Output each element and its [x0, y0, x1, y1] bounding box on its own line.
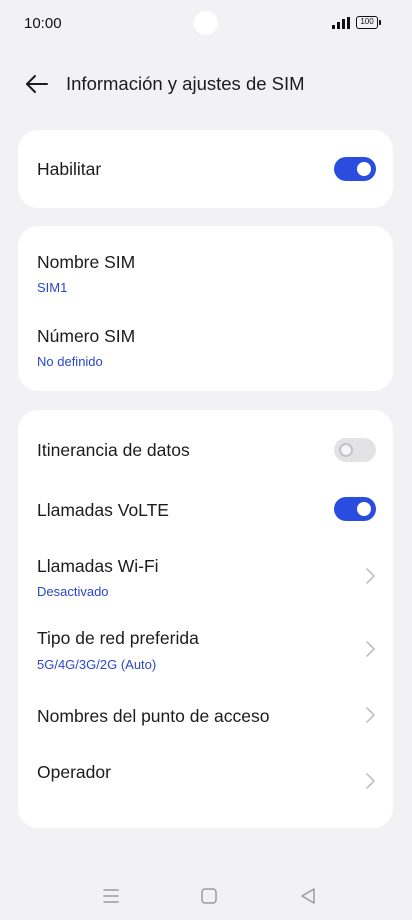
- camera-cutout: [194, 11, 218, 35]
- network-type-value: 5G/4G/3G/2G (Auto): [37, 657, 157, 672]
- volte-label: Llamadas VoLTE: [37, 500, 169, 520]
- network-type-row[interactable]: Tipo de red preferida 5G/4G/3G/2G (Auto): [18, 612, 393, 686]
- roaming-row[interactable]: Itinerancia de datos: [18, 420, 393, 480]
- app-header: Información y ajustes de SIM: [0, 60, 412, 108]
- wifi-calling-value: Desactivado: [37, 584, 109, 599]
- chevron-right-icon: [366, 773, 375, 789]
- sim-number-value: No definido: [37, 354, 103, 369]
- system-nav-bar: [0, 876, 412, 916]
- back-triangle-icon[interactable]: [296, 884, 320, 908]
- operator-label: Operador: [37, 762, 111, 782]
- battery-icon: 100: [356, 16, 382, 29]
- chevron-right-icon: [366, 641, 375, 657]
- sim-info-card: Nombre SIM SIM1 Número SIM No definido: [18, 226, 393, 391]
- signal-icon: [332, 17, 350, 29]
- sim-name-row[interactable]: Nombre SIM SIM1: [18, 226, 393, 308]
- enable-card: Habilitar: [18, 130, 393, 208]
- enable-label: Habilitar: [37, 159, 102, 179]
- wifi-calling-label: Llamadas Wi-Fi: [37, 556, 159, 576]
- status-bar: 10:00 100: [0, 0, 412, 46]
- apn-row[interactable]: Nombres del punto de acceso: [18, 686, 393, 742]
- volte-row[interactable]: Llamadas VoLTE: [18, 480, 393, 540]
- chevron-right-icon: [366, 707, 375, 723]
- roaming-label: Itinerancia de datos: [37, 440, 190, 460]
- back-button[interactable]: [20, 70, 52, 98]
- sim-name-value: SIM1: [37, 280, 68, 295]
- volte-toggle[interactable]: [334, 497, 376, 521]
- sim-name-label: Nombre SIM: [37, 252, 136, 272]
- sim-number-row[interactable]: Número SIM No definido: [18, 308, 393, 391]
- status-time: 10:00: [24, 15, 62, 32]
- network-card: Itinerancia de datos Llamadas VoLTE Llam…: [18, 410, 393, 828]
- sim-number-label: Número SIM: [37, 326, 136, 346]
- battery-level: 100: [356, 16, 378, 29]
- arrow-left-icon: [26, 75, 48, 93]
- roaming-toggle[interactable]: [334, 438, 376, 462]
- wifi-calling-row[interactable]: Llamadas Wi-Fi Desactivado: [18, 540, 393, 612]
- chevron-right-icon: [366, 568, 375, 584]
- apn-label: Nombres del punto de acceso: [37, 706, 270, 726]
- operator-row[interactable]: Operador: [18, 742, 393, 812]
- menu-icon[interactable]: [99, 884, 123, 908]
- enable-toggle[interactable]: [334, 157, 376, 181]
- home-icon[interactable]: [197, 884, 221, 908]
- network-type-label: Tipo de red preferida: [37, 628, 199, 648]
- enable-row[interactable]: Habilitar: [18, 130, 393, 208]
- page-title: Información y ajustes de SIM: [66, 73, 305, 94]
